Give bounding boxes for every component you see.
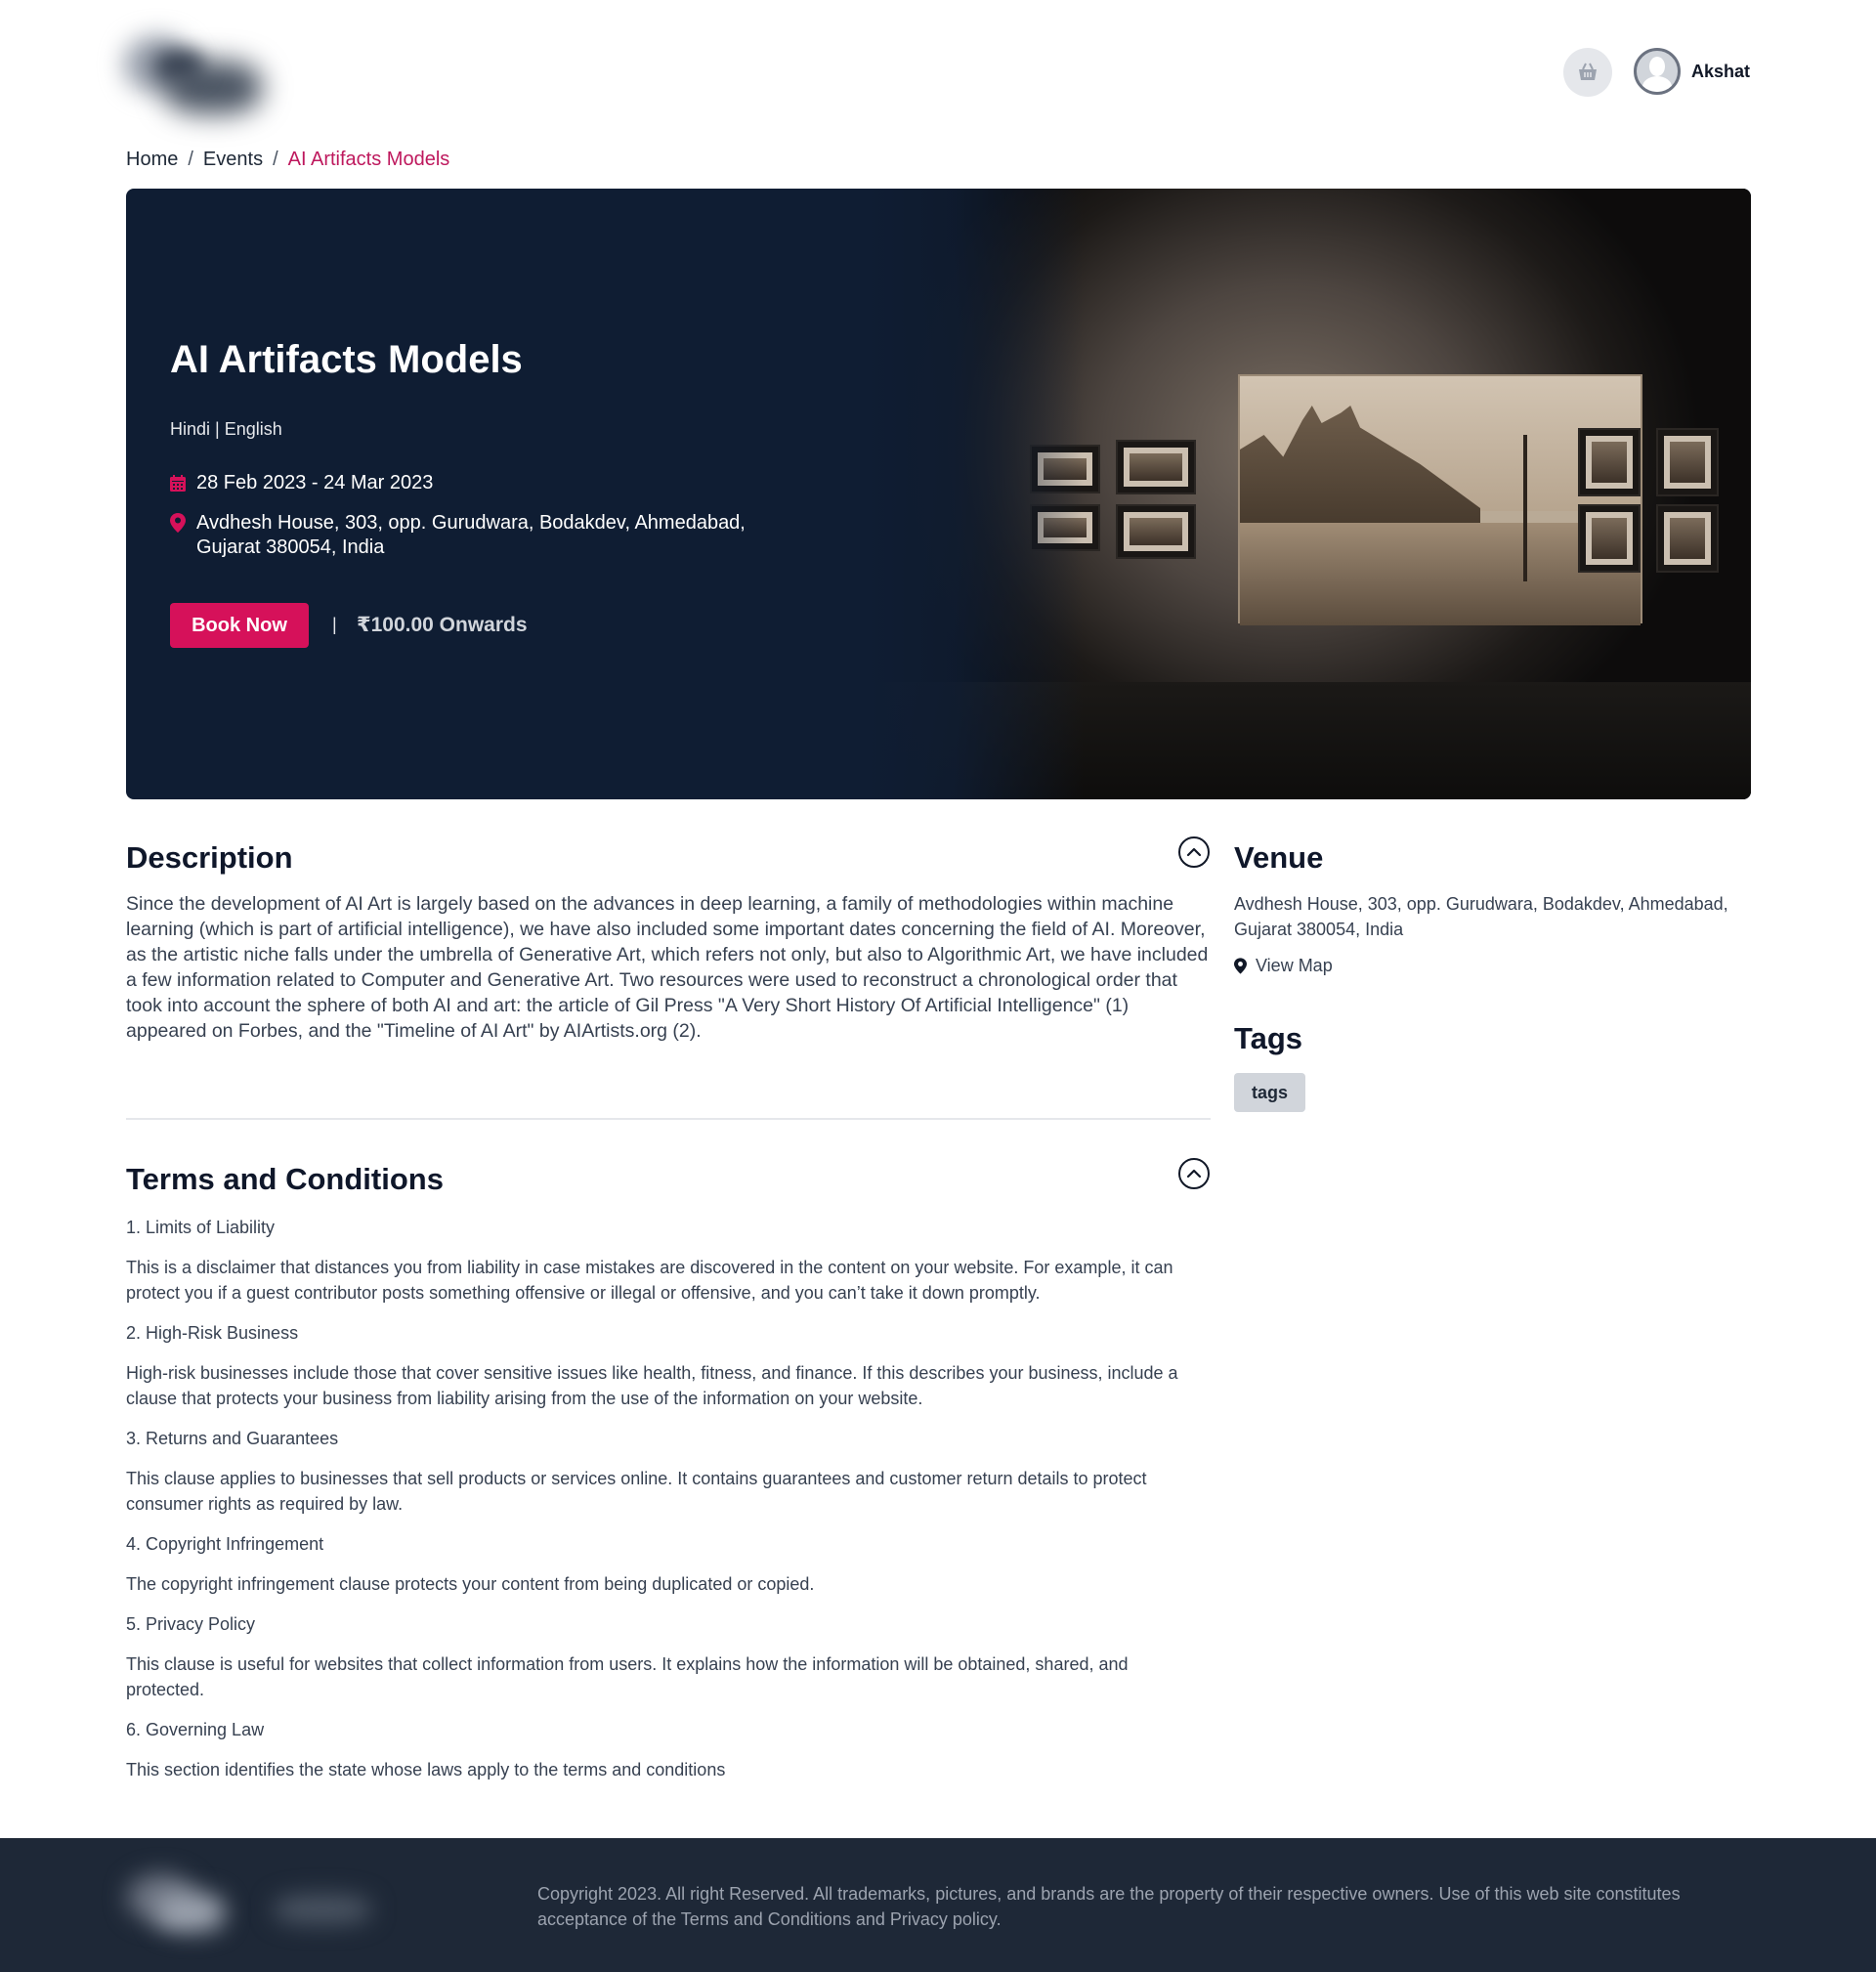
book-now-button[interactable]: Book Now (170, 603, 309, 648)
breadcrumb-current: AI Artifacts Models (287, 149, 450, 170)
term-body: This clause applies to businesses that s… (126, 1469, 1147, 1514)
term-body: This section identifies the state whose … (126, 1760, 726, 1779)
site-footer: Copyright 2023. All right Reserved. All … (0, 1838, 1876, 1972)
footer-logo[interactable] (117, 1860, 391, 1957)
tags-title: Tags (1234, 1021, 1303, 1055)
chevron-up-icon (1186, 1169, 1202, 1179)
event-hero-banner: AI Artifacts Models Hindi | English 28 F… (126, 189, 1751, 799)
event-title: AI Artifacts Models (170, 338, 523, 381)
user-avatar-icon[interactable] (1634, 48, 1681, 95)
terms-list: 1. Limits of Liability This is a disclai… (126, 1215, 1211, 1797)
term-heading: 2. High-Risk Business (126, 1323, 299, 1343)
cart-button[interactable] (1563, 48, 1612, 97)
venue-address: Avdhesh House, 303, opp. Gurudwara, Boda… (1234, 894, 1728, 939)
breadcrumb-events[interactable]: Events (203, 149, 263, 171)
price-separator: | (332, 615, 337, 634)
map-pin-icon (1234, 958, 1247, 974)
event-languages: Hindi | English (170, 419, 282, 439)
event-date-text: 28 Feb 2023 - 24 Mar 2023 (196, 472, 434, 493)
description-collapse-button[interactable] (1178, 836, 1210, 868)
term-heading: 1. Limits of Liability (126, 1218, 276, 1237)
username-label[interactable]: Akshat (1691, 62, 1750, 82)
term-body: The copyright infringement clause protec… (126, 1574, 815, 1594)
term-heading: 4. Copyright Infringement (126, 1534, 324, 1554)
description-title: Description (126, 840, 293, 875)
footer-copyright: Copyright 2023. All right Reserved. All … (537, 1884, 1681, 1929)
section-divider (126, 1118, 1211, 1120)
site-logo[interactable] (115, 21, 281, 129)
terms-collapse-button[interactable] (1178, 1158, 1210, 1189)
term-heading: 5. Privacy Policy (126, 1614, 256, 1634)
view-map-link[interactable]: View Map (1234, 956, 1333, 976)
site-header: Akshat (0, 0, 1876, 137)
event-banner-image (869, 189, 1751, 799)
breadcrumb: Home / Events / AI Artifacts Models (126, 149, 449, 171)
venue-title: Venue (1234, 840, 1324, 875)
terms-title: Terms and Conditions (126, 1162, 444, 1196)
chevron-up-icon (1186, 847, 1202, 857)
description-text: Since the development of AI Art is large… (126, 893, 1209, 1042)
shopping-basket-icon (1579, 63, 1597, 80)
event-date: 28 Feb 2023 - 24 Mar 2023 (170, 472, 433, 494)
event-address: Avdhesh House, 303, opp. Gurudwara, Boda… (170, 511, 802, 560)
term-heading: 3. Returns and Guarantees (126, 1429, 339, 1448)
breadcrumb-separator: / (273, 149, 278, 170)
term-body: This clause is useful for websites that … (126, 1654, 1129, 1699)
event-price: ₹100.00 Onwards (357, 614, 528, 636)
calendar-icon (170, 475, 186, 492)
term-body: This is a disclaimer that distances you … (126, 1258, 1173, 1303)
event-address-text: Avdhesh House, 303, opp. Gurudwara, Boda… (196, 512, 746, 558)
term-heading: 6. Governing Law (126, 1720, 265, 1739)
location-pin-icon (170, 513, 186, 533)
term-body: High-risk businesses include those that … (126, 1363, 1178, 1408)
view-map-label[interactable]: View Map (1256, 956, 1333, 976)
tag-chip[interactable]: tags (1234, 1073, 1306, 1112)
breadcrumb-separator: / (188, 149, 193, 170)
breadcrumb-home[interactable]: Home (126, 149, 178, 171)
